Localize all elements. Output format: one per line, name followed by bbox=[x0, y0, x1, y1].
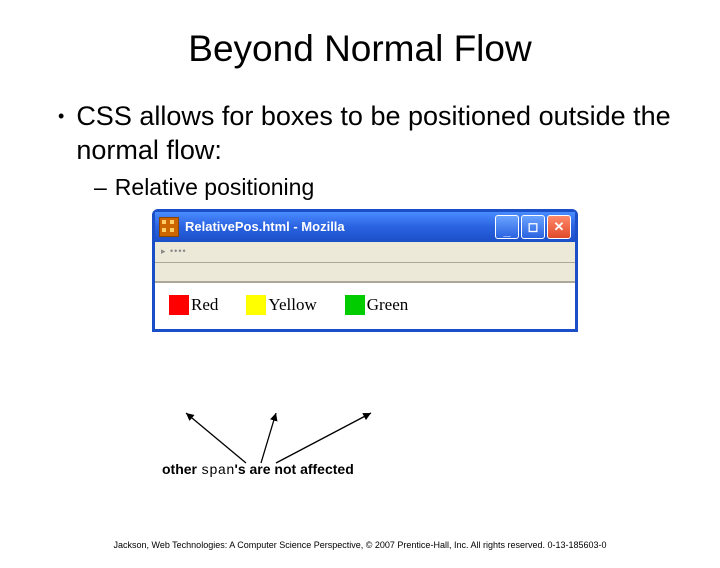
slide-footer: Jackson, Web Technologies: A Computer Sc… bbox=[0, 540, 720, 550]
minimize-button[interactable]: _ bbox=[495, 215, 519, 239]
annotation-text: other span's are not affected bbox=[162, 461, 354, 479]
bullet-text: CSS allows for boxes to be positioned ou… bbox=[76, 100, 680, 168]
content-area: • CSS allows for boxes to be positioned … bbox=[0, 100, 720, 332]
window-buttons: _ ◻ ✕ bbox=[495, 215, 571, 239]
window-spacer bbox=[155, 263, 575, 283]
window-title: RelativePos.html - Mozilla bbox=[185, 219, 495, 234]
sub-bullet-text: Relative positioning bbox=[115, 174, 314, 201]
red-swatch-icon bbox=[169, 295, 189, 315]
bullet-marker: • bbox=[58, 100, 64, 132]
color-span-yellow: Yellow bbox=[246, 295, 316, 315]
maximize-button[interactable]: ◻ bbox=[521, 215, 545, 239]
browser-window: RelativePos.html - Mozilla _ ◻ ✕ ▸ •••• … bbox=[152, 209, 578, 332]
yellow-label: Yellow bbox=[268, 295, 316, 315]
page-content: Red Yellow Green bbox=[155, 283, 575, 329]
color-span-red: Red bbox=[169, 295, 218, 315]
slide-title: Beyond Normal Flow bbox=[0, 28, 720, 70]
yellow-swatch-icon bbox=[246, 295, 266, 315]
red-label: Red bbox=[191, 295, 218, 315]
green-label: Green bbox=[367, 295, 409, 315]
window-toolbar: ▸ •••• bbox=[155, 242, 575, 263]
window-titlebar: RelativePos.html - Mozilla _ ◻ ✕ bbox=[155, 212, 575, 242]
close-button[interactable]: ✕ bbox=[547, 215, 571, 239]
toolbar-grip-icon: ▸ •••• bbox=[161, 246, 187, 257]
annotation-suffix: 's are not affected bbox=[235, 461, 354, 477]
green-swatch-icon bbox=[345, 295, 365, 315]
sub-bullet-marker: – bbox=[94, 174, 107, 201]
bullet-item: • CSS allows for boxes to be positioned … bbox=[58, 100, 680, 168]
annotation-code: span bbox=[201, 463, 235, 479]
sub-bullet-item: – Relative positioning bbox=[58, 174, 680, 201]
mozilla-icon bbox=[159, 217, 179, 237]
annotation-prefix: other bbox=[162, 461, 201, 477]
annotation-arrows-icon bbox=[176, 408, 436, 468]
color-span-green: Green bbox=[345, 295, 409, 315]
